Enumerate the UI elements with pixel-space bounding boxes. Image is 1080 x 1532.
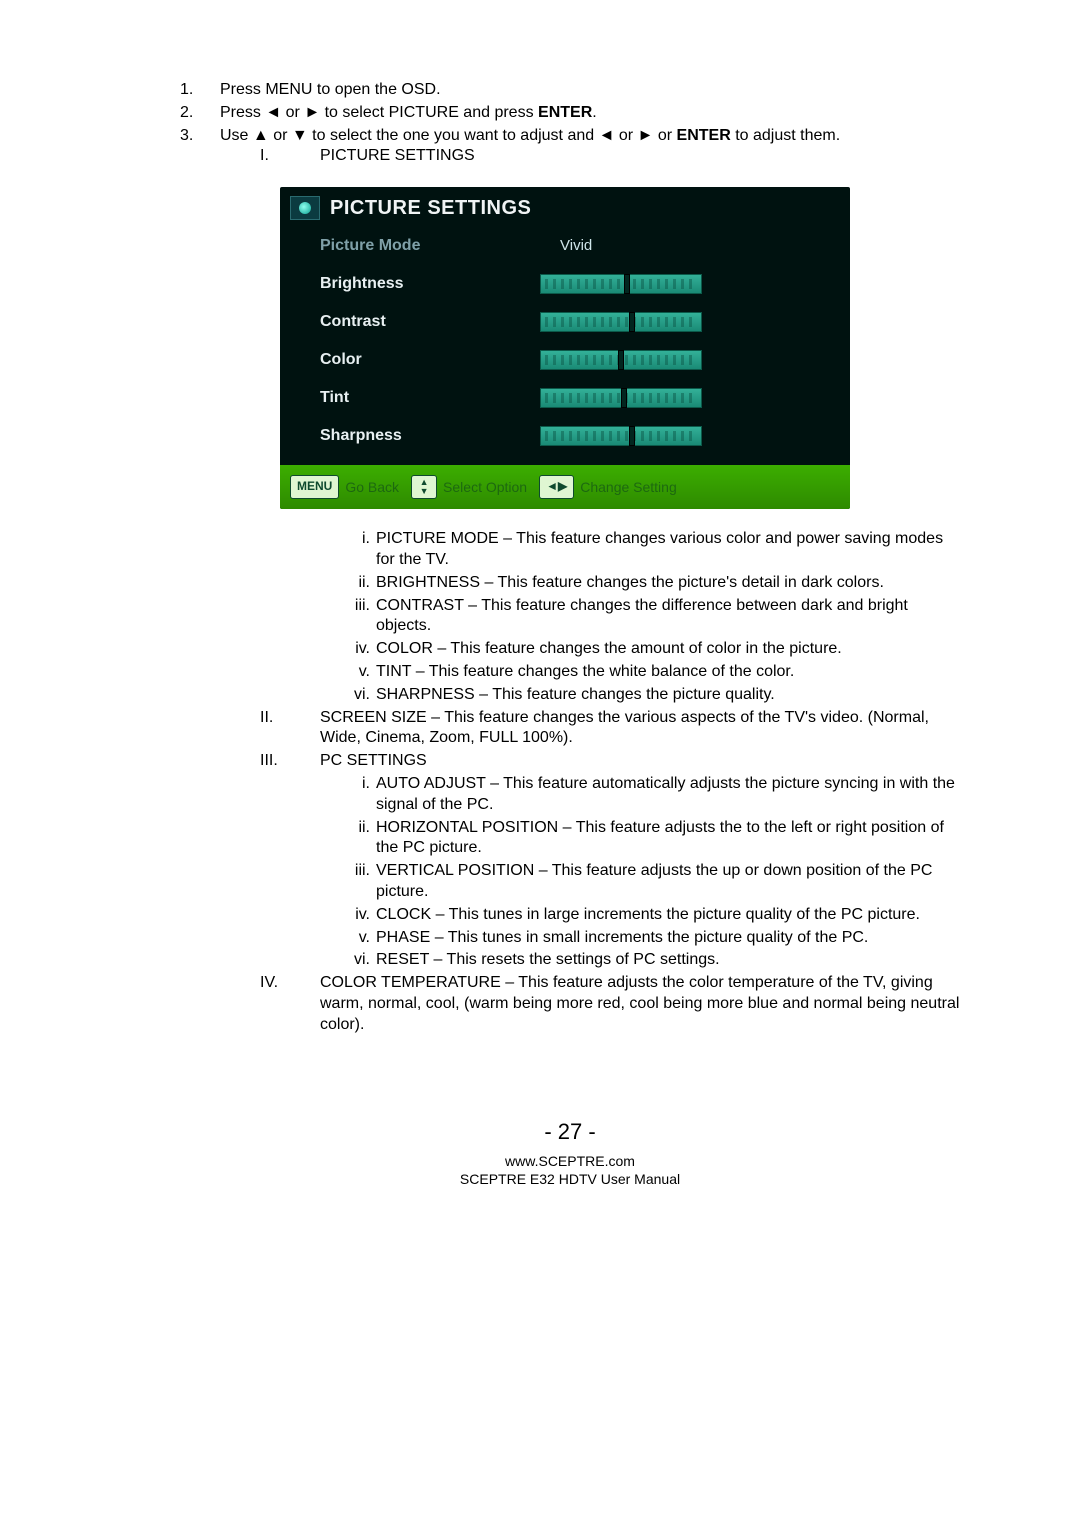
slider — [540, 274, 702, 294]
slider — [540, 350, 702, 370]
step-1: Press MENU to open the OSD. — [220, 80, 960, 101]
change-setting-label: Change Setting — [580, 478, 677, 496]
footer-manual: SCEPTRE E32 HDTV User Manual — [180, 1170, 960, 1188]
osd-rows: Picture Mode Vivid Brightness Contrast Color… — [280, 227, 850, 465]
osd-row-label: Contrast — [320, 312, 520, 333]
list-item: CONTRAST – This feature changes the diff… — [376, 596, 960, 638]
select-option-label: Select Option — [443, 478, 527, 496]
slider — [540, 312, 702, 332]
osd-footer: MENU Go Back ▲▼ Select Option ◄▶ Change … — [280, 465, 850, 509]
pc-settings-sublist: i.AUTO ADJUST – This feature automatical… — [220, 774, 960, 971]
osd-value: Vivid — [560, 236, 592, 256]
list-item: BRIGHTNESS – This feature changes the pi… — [376, 573, 960, 594]
osd-row-label: Brightness — [320, 274, 520, 295]
roman-ii: SCREEN SIZE – This feature changes the v… — [320, 708, 960, 750]
step-3: Use ▲ or ▼ to select the one you want to… — [220, 126, 960, 1038]
list-item: PICTURE MODE – This feature changes vari… — [376, 529, 960, 571]
roman-list: I.PICTURE SETTINGS — [220, 146, 960, 167]
list-item: CLOCK – This tunes in large increments t… — [376, 905, 960, 926]
menu-button-icon: MENU — [290, 475, 339, 499]
osd-row-label: Tint — [320, 388, 520, 409]
list-item: PHASE – This tunes in small increments t… — [376, 928, 960, 949]
page-footer: - 27 - www.SCEPTRE.com SCEPTRE E32 HDTV … — [180, 1118, 960, 1189]
footer-url: www.SCEPTRE.com — [180, 1152, 960, 1170]
osd-row-label: Picture Mode — [320, 236, 520, 257]
osd-row-tint: Tint — [320, 379, 830, 417]
osd-row-brightness: Brightness — [320, 265, 830, 303]
osd-row-label: Color — [320, 350, 520, 371]
osd-header: PICTURE SETTINGS — [280, 187, 850, 227]
list-item: COLOR – This feature changes the amount … — [376, 639, 960, 660]
list-item: HORIZONTAL POSITION – This feature adjus… — [376, 818, 960, 860]
roman-iv: COLOR TEMPERATURE – This feature adjusts… — [320, 973, 960, 1035]
step-2: Press ◄ or ► to select PICTURE and press… — [220, 103, 960, 124]
osd-row-sharpness: Sharpness — [320, 417, 830, 455]
slider — [540, 388, 702, 408]
osd-row-picture-mode: Picture Mode Vivid — [320, 227, 830, 265]
list-item: AUTO ADJUST – This feature automatically… — [376, 774, 960, 816]
up-down-icon: ▲▼ — [411, 475, 437, 499]
list-item: SHARPNESS – This feature changes the pic… — [376, 685, 960, 706]
list-item: RESET – This resets the settings of PC s… — [376, 950, 960, 971]
list-item: TINT – This feature changes the white ba… — [376, 662, 960, 683]
osd-row-label: Sharpness — [320, 426, 520, 447]
roman-i: PICTURE SETTINGS — [320, 146, 960, 167]
page-number: - 27 - — [180, 1118, 960, 1147]
left-right-icon: ◄▶ — [539, 475, 574, 499]
slider — [540, 426, 702, 446]
instruction-list: 1.Press MENU to open the OSD. 2. Press ◄… — [180, 80, 960, 1038]
osd-screenshot: PICTURE SETTINGS Picture Mode Vivid Bright… — [280, 187, 850, 509]
osd-row-color: Color — [320, 341, 830, 379]
osd-logo-icon — [290, 196, 320, 220]
osd-title: PICTURE SETTINGS — [330, 195, 531, 221]
list-item: VERTICAL POSITION – This feature adjusts… — [376, 861, 960, 903]
go-back-label: Go Back — [345, 478, 399, 496]
picture-settings-sublist: i.PICTURE MODE – This feature changes va… — [220, 529, 960, 705]
roman-iii: PC SETTINGS — [320, 751, 960, 772]
osd-row-contrast: Contrast — [320, 303, 830, 341]
